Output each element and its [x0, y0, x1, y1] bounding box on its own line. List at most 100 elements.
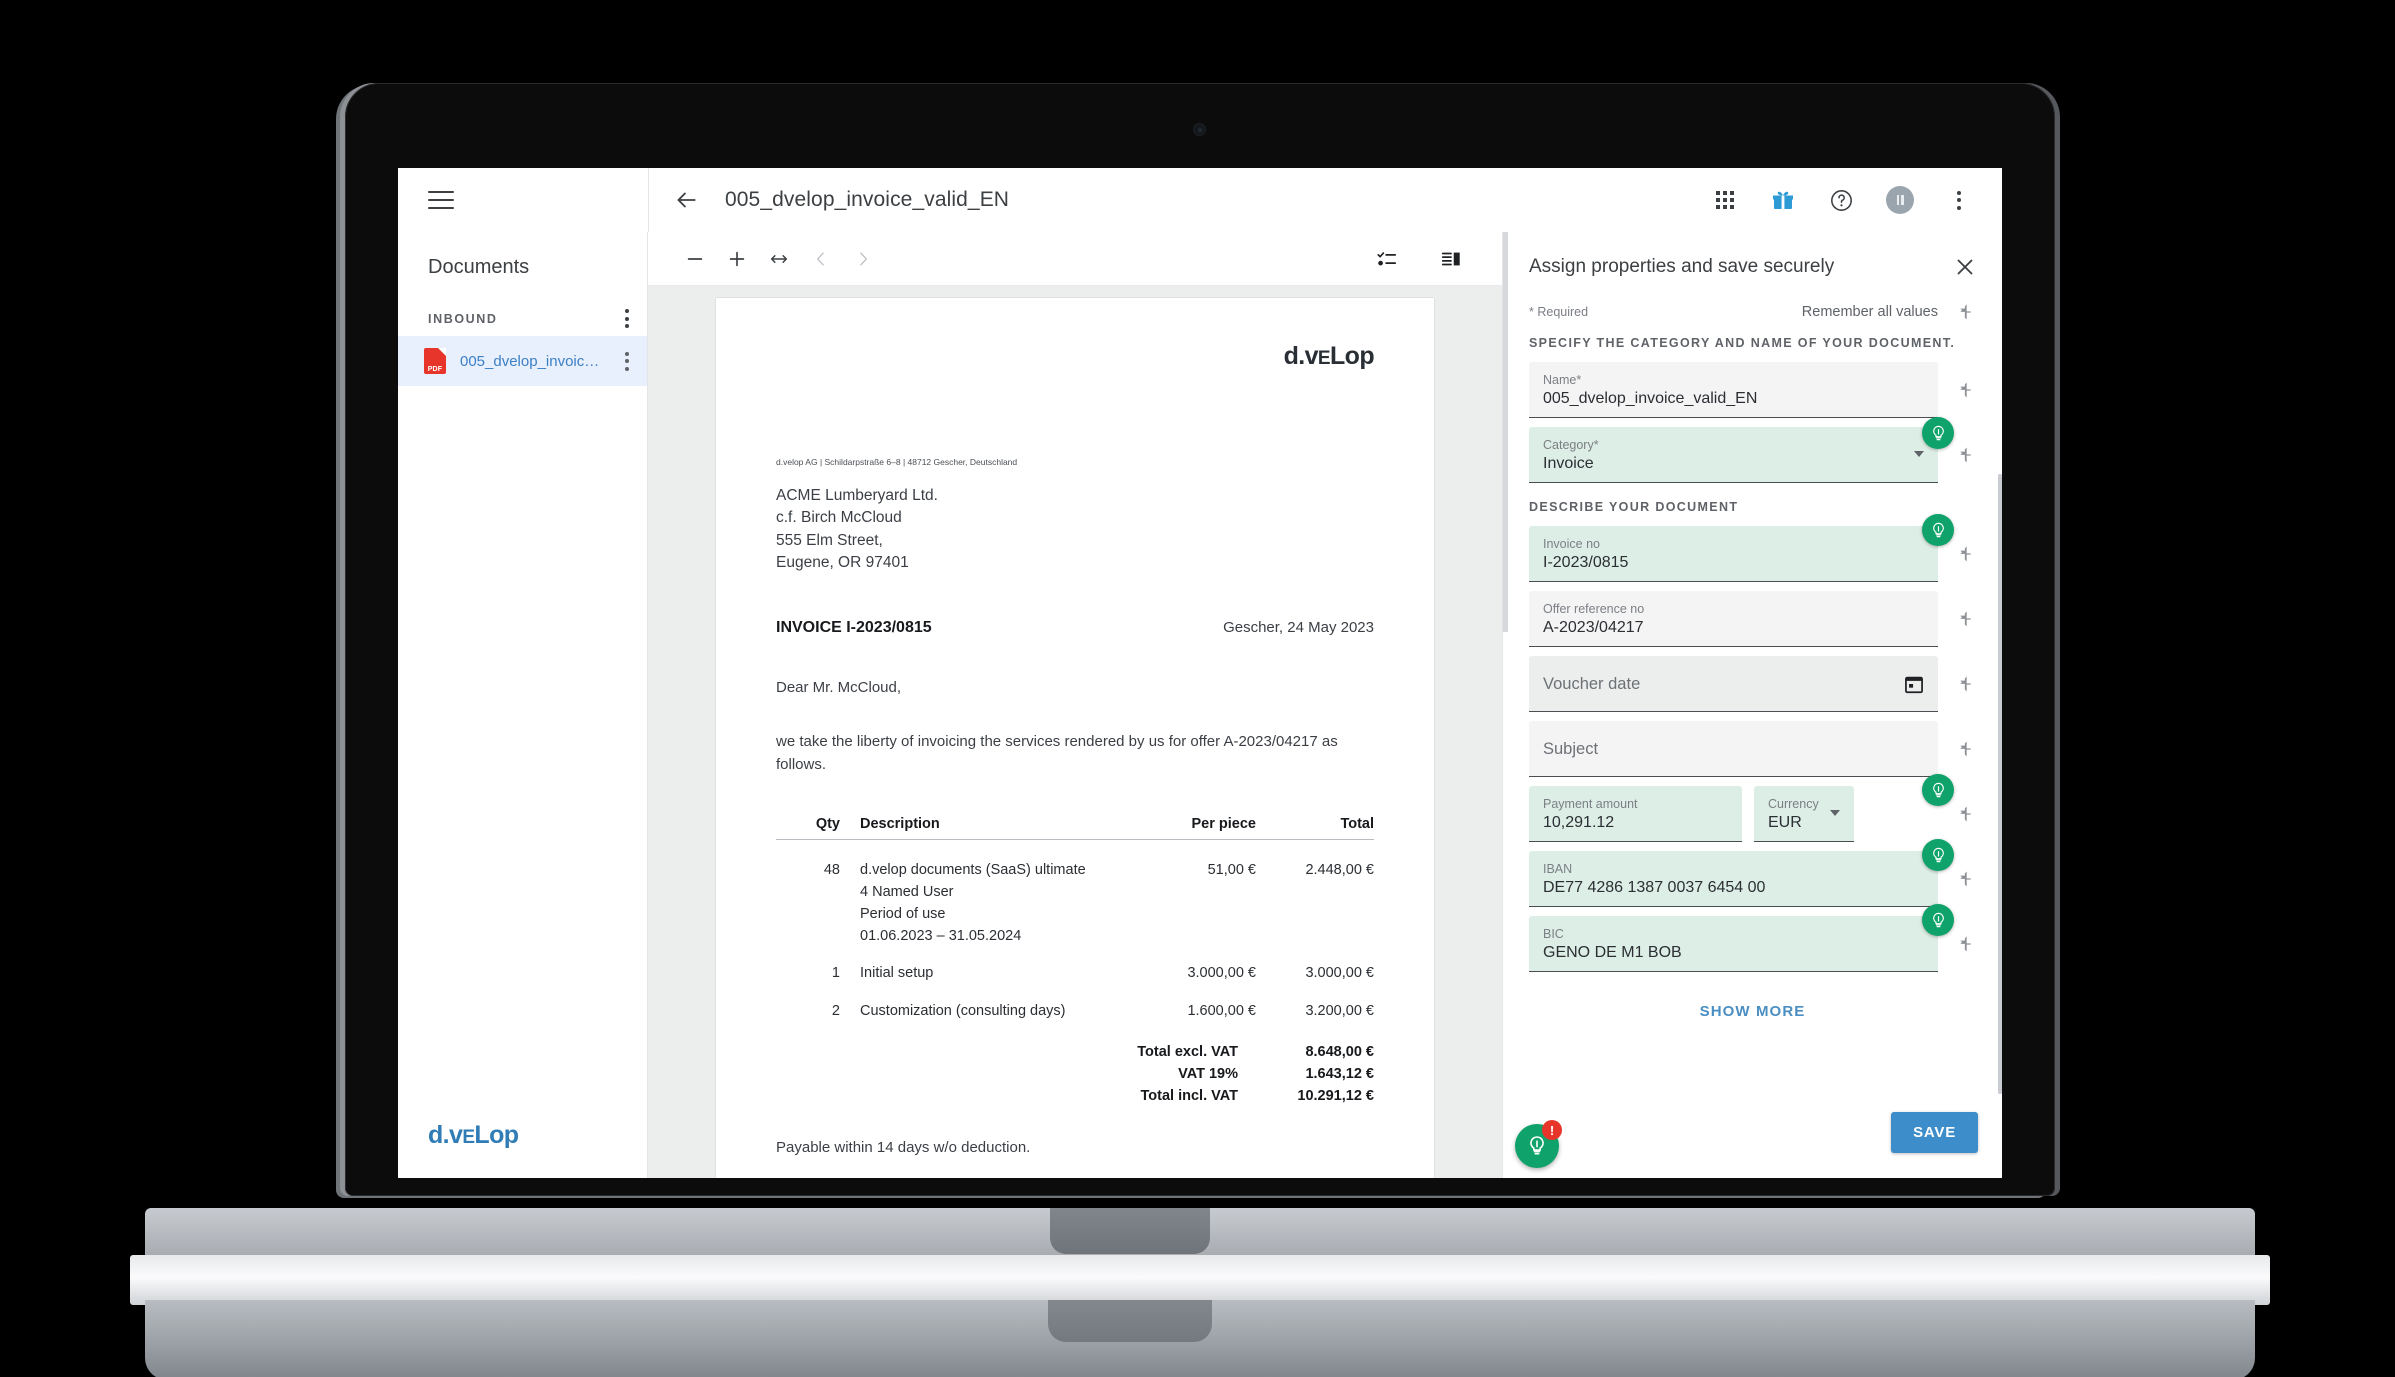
pushpin-icon[interactable] — [1952, 934, 1978, 954]
pdf-file-icon: PDF — [424, 348, 446, 374]
top-bar: 005_dvelop_invoice_valid_EN — [398, 168, 2002, 232]
invoice-no-field[interactable]: Invoice no I-2023/0815 — [1529, 526, 1938, 582]
sidebar-section-inbound: INBOUND — [398, 301, 647, 336]
iban-field[interactable]: IBAN DE77 4286 1387 0037 6454 00 — [1529, 851, 1938, 907]
pushpin-icon[interactable] — [1952, 869, 1978, 889]
webcam-icon — [1194, 124, 1205, 135]
pdf-canvas[interactable]: d.vELop d.velop AG | Schildarpstraße 6–8… — [648, 286, 1502, 1178]
invoice-sender-line: d.velop AG | Schildarpstraße 6–8 | 48712… — [776, 457, 1018, 467]
category-label: Category* — [1543, 437, 1599, 452]
field-row-bic: BIC GENO DE M1 BOB — [1503, 904, 2002, 972]
hamburger-icon[interactable] — [428, 191, 454, 209]
chevron-down-icon[interactable] — [1830, 809, 1840, 816]
pushpin-icon[interactable] — [1952, 674, 1978, 694]
screen: 005_dvelop_invoice_valid_EN Documents IN… — [398, 168, 2002, 1178]
panel-layout-icon[interactable] — [1430, 242, 1472, 276]
avatar[interactable] — [1886, 186, 1914, 214]
top-bar-left — [398, 191, 648, 209]
top-bar-icon-group — [1712, 186, 1972, 214]
document-more-icon[interactable] — [625, 351, 629, 371]
cell-total: 3.200,00 € — [1305, 1003, 1374, 1020]
show-more-button[interactable]: SHOW MORE — [1700, 1003, 1806, 1020]
sidebar: Documents INBOUND PDF 005_dvelop_invoic… — [398, 232, 648, 1178]
currency-field[interactable]: Currency EUR — [1754, 786, 1854, 842]
sidebar-item-document[interactable]: PDF 005_dvelop_invoic… — [398, 336, 647, 386]
lightbulb-icon[interactable] — [1922, 904, 1954, 936]
recipient-line: ACME Lumberyard Ltd. — [776, 487, 938, 504]
totals-value: 8.648,00 € — [1305, 1043, 1374, 1060]
invoice-no-label: Invoice no — [1543, 536, 1600, 551]
help-circle-icon[interactable] — [1828, 187, 1854, 213]
pushpin-icon[interactable] — [1952, 544, 1978, 564]
totals-label: Total incl. VAT — [1140, 1087, 1238, 1104]
lightbulb-icon[interactable] — [1922, 417, 1954, 449]
payment-amount-field[interactable]: Payment amount 10,291.12 — [1529, 786, 1742, 842]
field-row-offer-reference-no: Offer reference no A-2023/04217 — [1503, 591, 2002, 647]
cell-per-piece: 3.000,00 € — [1187, 965, 1256, 982]
name-label: Name* — [1543, 372, 1582, 387]
recipient-line: 555 Elm Street, — [776, 531, 883, 549]
name-field[interactable]: Name* 005_dvelop_invoice_valid_EN — [1529, 362, 1938, 418]
assistant-lightbulb-button[interactable]: ! — [1515, 1120, 1562, 1168]
gift-icon[interactable] — [1770, 187, 1796, 213]
chevron-down-icon[interactable] — [1914, 450, 1924, 457]
cell-per-piece: 51,00 € — [1207, 862, 1256, 879]
document-viewer: d.vELop d.velop AG | Schildarpstraße 6–8… — [648, 232, 1502, 1178]
column-header-per-piece: Per piece — [1191, 816, 1257, 833]
properties-header: Assign properties and save securely — [1503, 232, 2002, 298]
cell-description: Initial setup — [860, 965, 934, 982]
pushpin-icon[interactable] — [1952, 609, 1978, 629]
apps-grid-icon[interactable] — [1712, 187, 1738, 213]
remember-all-values-label[interactable]: Remember all values — [1802, 304, 1938, 320]
payment-amount-value: 10,291.12 — [1543, 813, 1615, 831]
subject-field[interactable]: Subject — [1529, 721, 1938, 777]
close-icon[interactable] — [1952, 254, 1978, 280]
arrow-left-icon[interactable] — [673, 187, 699, 213]
fit-width-icon[interactable] — [758, 242, 800, 276]
pushpin-icon[interactable] — [1952, 302, 1978, 322]
laptop-base-notch — [1050, 1208, 1210, 1254]
show-more-row: SHOW MORE — [1503, 981, 2002, 1025]
category-field[interactable]: Category* Invoice — [1529, 427, 1938, 483]
pushpin-icon[interactable] — [1952, 804, 1978, 824]
pushpin-icon[interactable] — [1952, 445, 1978, 465]
voucher-date-field[interactable]: Voucher date — [1529, 656, 1938, 712]
bic-label: BIC — [1543, 926, 1564, 941]
laptop-mockup: 005_dvelop_invoice_valid_EN Documents IN… — [0, 0, 2395, 1377]
totals-value: 1.643,12 € — [1305, 1065, 1374, 1082]
lightbulb-icon[interactable] — [1922, 514, 1954, 546]
pushpin-icon[interactable] — [1952, 380, 1978, 400]
category-value: Invoice — [1543, 454, 1594, 472]
more-vertical-icon[interactable] — [1946, 187, 1972, 213]
totals-row: Total excl. VAT 8.648,00 € — [776, 1041, 1374, 1063]
previous-page-icon[interactable] — [800, 242, 842, 276]
pushpin-icon[interactable] — [1952, 739, 1978, 759]
save-button[interactable]: SAVE — [1891, 1111, 1978, 1153]
name-value: 005_dvelop_invoice_valid_EN — [1543, 389, 1758, 407]
lightbulb-icon[interactable] — [1922, 839, 1954, 871]
checklist-icon[interactable] — [1366, 242, 1408, 276]
totals-label: Total excl. VAT — [1137, 1043, 1238, 1060]
column-header-description: Description — [860, 816, 940, 833]
invoice-heading-row: INVOICE I-2023/0815 Gescher, 24 May 2023 — [776, 619, 1374, 637]
totals-row: VAT 19% 1.643,12 € — [776, 1063, 1374, 1085]
pdf-label: PDF — [427, 366, 443, 373]
invoice-place-date: Gescher, 24 May 2023 — [1223, 618, 1374, 636]
zoom-out-icon[interactable] — [674, 242, 716, 276]
next-page-icon[interactable] — [842, 242, 884, 276]
inbound-more-icon[interactable] — [625, 309, 629, 328]
zoom-in-icon[interactable] — [716, 242, 758, 276]
totals-value: 10.291,12 € — [1297, 1087, 1374, 1104]
recipient-line: c.f. Birch McCloud — [776, 509, 902, 527]
offer-reference-no-label: Offer reference no — [1543, 601, 1645, 616]
invoice-footer-note: Payable within 14 days w/o deduction. — [776, 1138, 1031, 1156]
top-bar-right: 005_dvelop_invoice_valid_EN — [648, 168, 2002, 232]
totals-row: Total incl. VAT 10.291,12 € — [776, 1085, 1374, 1107]
lightbulb-icon[interactable] — [1922, 774, 1954, 806]
calendar-icon[interactable] — [1903, 673, 1925, 695]
table-row: 1 Initial setup 3.000,00 € 3.000,00 € — [776, 947, 1374, 985]
bic-field[interactable]: BIC GENO DE M1 BOB — [1529, 916, 1938, 972]
cell-total: 2.448,00 € — [1305, 862, 1374, 879]
offer-reference-no-field[interactable]: Offer reference no A-2023/04217 — [1529, 591, 1938, 647]
field-row-payment: Payment amount 10,291.12 Currency EUR — [1503, 774, 2002, 842]
